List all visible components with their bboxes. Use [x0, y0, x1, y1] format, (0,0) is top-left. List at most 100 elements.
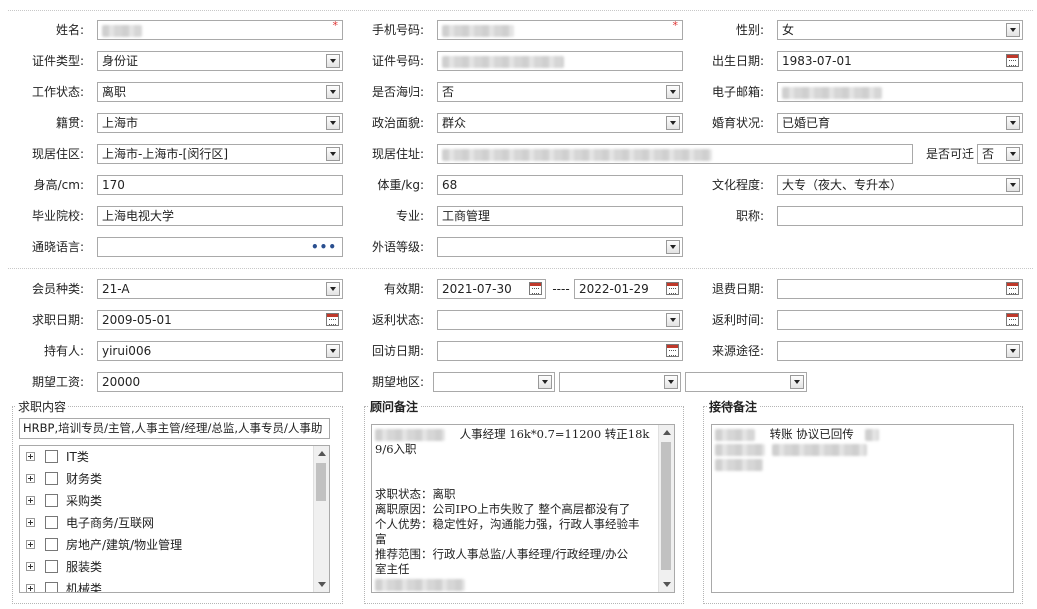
- name-input[interactable]: *: [97, 20, 343, 40]
- job-category-tree[interactable]: IT类 财务类 采购类 电子商务/互联网 房地产/建筑/物业管理 服装类 机械类: [19, 445, 330, 593]
- valid-period-label: 有效期:: [383, 282, 424, 296]
- rebate-time-input[interactable]: [777, 310, 1023, 330]
- scroll-up-icon[interactable]: [663, 430, 671, 435]
- chevron-down-icon[interactable]: [1006, 344, 1020, 358]
- weight-label: 体重/kg:: [377, 178, 424, 192]
- member-type-select[interactable]: 21-A: [97, 279, 343, 299]
- marital-label: 婚育状况:: [711, 116, 764, 130]
- expand-plus-icon[interactable]: [26, 540, 35, 549]
- holder-label: 持有人:: [43, 344, 84, 358]
- chevron-down-icon[interactable]: [1006, 147, 1020, 161]
- section-separator: [8, 268, 1033, 269]
- checkbox[interactable]: [45, 494, 58, 507]
- rebate-status-select[interactable]: [437, 310, 683, 330]
- title-input[interactable]: [777, 206, 1023, 226]
- region-district-select[interactable]: [685, 372, 807, 392]
- chevron-down-icon[interactable]: [666, 240, 680, 254]
- job-date-input[interactable]: 2009-05-01: [97, 310, 343, 330]
- email-input[interactable]: [777, 82, 1023, 102]
- language-label: 通晓语言:: [31, 240, 84, 254]
- checkbox[interactable]: [45, 472, 58, 485]
- chevron-down-icon[interactable]: [538, 375, 552, 389]
- chevron-down-icon[interactable]: [326, 282, 340, 296]
- language-picker[interactable]: •••: [97, 237, 343, 257]
- more-icon[interactable]: •••: [311, 238, 337, 256]
- visit-date-input[interactable]: [437, 341, 683, 361]
- chevron-down-icon[interactable]: [326, 344, 340, 358]
- relocate-select[interactable]: 否: [977, 144, 1023, 164]
- advisor-note-textarea[interactable]: 人事经理 16k*0.7=11200 转正18k 9/6入职 求职状态：离职 离…: [371, 424, 675, 593]
- region-city-select[interactable]: [559, 372, 681, 392]
- chevron-down-icon[interactable]: [666, 85, 680, 99]
- native-select[interactable]: 上海市: [97, 113, 343, 133]
- expand-plus-icon[interactable]: [26, 584, 35, 592]
- chevron-down-icon[interactable]: [1006, 116, 1020, 130]
- checkbox[interactable]: [45, 538, 58, 551]
- residence-select[interactable]: 上海市-上海市-[闵行区]: [97, 144, 343, 164]
- political-select[interactable]: 群众: [437, 113, 683, 133]
- expand-plus-icon[interactable]: [26, 474, 35, 483]
- scroll-thumb[interactable]: [661, 442, 671, 570]
- chevron-down-icon[interactable]: [666, 116, 680, 130]
- phone-input[interactable]: *: [437, 20, 683, 40]
- tree-scrollbar[interactable]: [313, 446, 329, 592]
- birth-date-input[interactable]: 1983-07-01: [777, 51, 1023, 71]
- valid-to-input[interactable]: 2022-01-29: [574, 279, 683, 299]
- reception-note-textarea[interactable]: 转账 协议已回传: [711, 424, 1014, 593]
- chevron-down-icon[interactable]: [1006, 178, 1020, 192]
- calendar-icon[interactable]: [666, 282, 679, 295]
- expand-plus-icon[interactable]: [26, 518, 35, 527]
- foreign-level-select[interactable]: [437, 237, 683, 257]
- marital-select[interactable]: 已婚已育: [777, 113, 1023, 133]
- masked-value: [715, 459, 763, 471]
- scroll-down-icon[interactable]: [663, 582, 671, 587]
- scroll-thumb[interactable]: [316, 463, 326, 501]
- calendar-icon[interactable]: [666, 344, 679, 357]
- scroll-down-icon[interactable]: [318, 582, 326, 587]
- expand-plus-icon[interactable]: [26, 562, 35, 571]
- returnee-label: 是否海归:: [371, 85, 424, 99]
- calendar-icon[interactable]: [1006, 282, 1019, 295]
- source-select[interactable]: [777, 341, 1023, 361]
- job-intent-title: 求职内容: [16, 400, 69, 414]
- salary-input[interactable]: 20000: [97, 372, 343, 392]
- gender-select[interactable]: 女: [777, 20, 1023, 40]
- major-input[interactable]: 工商管理: [437, 206, 683, 226]
- work-status-select[interactable]: 离职: [97, 82, 343, 102]
- weight-input[interactable]: 68: [437, 175, 683, 195]
- valid-from-input[interactable]: 2021-07-30: [437, 279, 546, 299]
- chevron-down-icon[interactable]: [326, 54, 340, 68]
- checkbox[interactable]: [45, 516, 58, 529]
- height-input[interactable]: 170: [97, 175, 343, 195]
- returnee-select[interactable]: 否: [437, 82, 683, 102]
- note-scrollbar[interactable]: [658, 425, 674, 592]
- chevron-down-icon[interactable]: [664, 375, 678, 389]
- expand-plus-icon[interactable]: [26, 496, 35, 505]
- education-select[interactable]: 大专（夜大、专升本）: [777, 175, 1023, 195]
- holder-select[interactable]: yirui006: [97, 341, 343, 361]
- address-input[interactable]: [437, 144, 913, 164]
- calendar-icon[interactable]: [326, 313, 339, 326]
- chevron-down-icon[interactable]: [326, 147, 340, 161]
- chevron-down-icon[interactable]: [790, 375, 804, 389]
- checkbox[interactable]: [45, 450, 58, 463]
- scroll-up-icon[interactable]: [318, 451, 326, 456]
- region-province-select[interactable]: [433, 372, 555, 392]
- checkbox[interactable]: [45, 582, 58, 592]
- calendar-icon[interactable]: [1006, 54, 1019, 67]
- chevron-down-icon[interactable]: [1006, 23, 1020, 37]
- checkbox[interactable]: [45, 560, 58, 573]
- id-no-input[interactable]: [437, 51, 683, 71]
- note-line: [715, 457, 1009, 472]
- job-intent-summary[interactable]: HRBP,培训专员/主管,人事主管/经理/总监,人事专员/人事助: [19, 418, 330, 439]
- chevron-down-icon[interactable]: [326, 85, 340, 99]
- refund-date-input[interactable]: [777, 279, 1023, 299]
- chevron-down-icon[interactable]: [326, 116, 340, 130]
- calendar-icon[interactable]: [529, 282, 542, 295]
- expand-plus-icon[interactable]: [26, 452, 35, 461]
- weight-value: 68: [442, 178, 458, 192]
- calendar-icon[interactable]: [1006, 313, 1019, 326]
- chevron-down-icon[interactable]: [666, 313, 680, 327]
- id-type-select[interactable]: 身份证: [97, 51, 343, 71]
- school-input[interactable]: 上海电视大学: [97, 206, 343, 226]
